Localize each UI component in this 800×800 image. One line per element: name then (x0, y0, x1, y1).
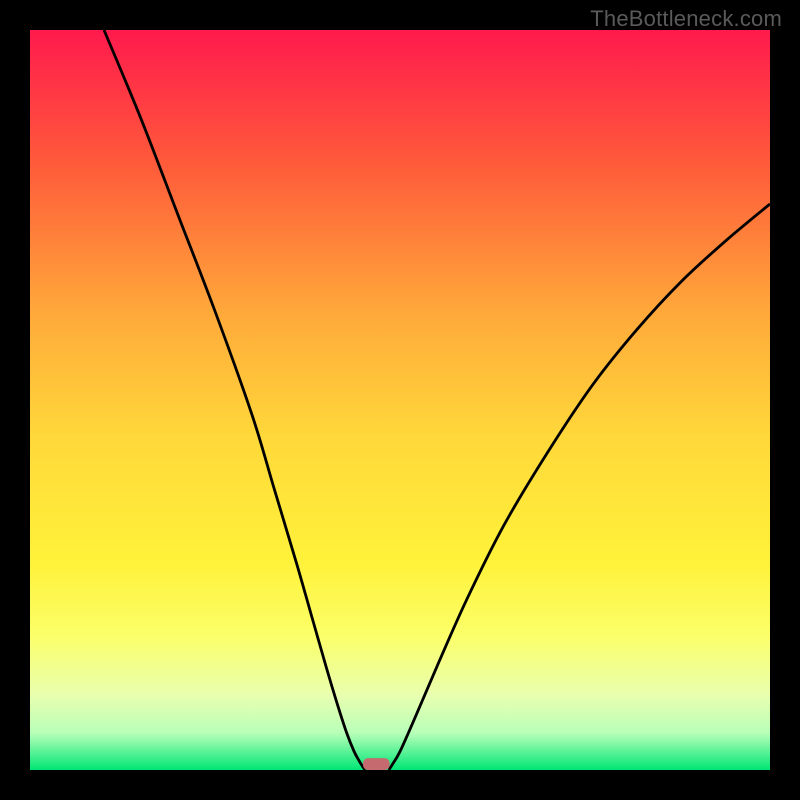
chart-container: TheBottleneck.com (0, 0, 800, 800)
gradient-background (30, 30, 770, 770)
bottom-marker (363, 758, 390, 770)
plot-area (30, 30, 770, 770)
watermark-text: TheBottleneck.com (590, 6, 782, 32)
chart-svg (30, 30, 770, 770)
